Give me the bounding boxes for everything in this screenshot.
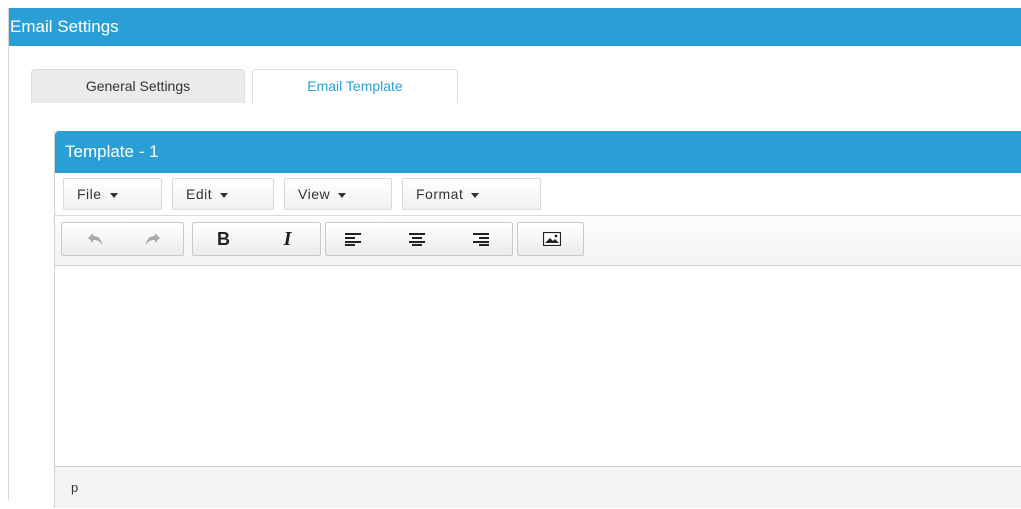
edit-menu-label: Edit [186,186,213,202]
insert-group [517,222,584,256]
email-settings-panel: Email Settings General Settings Email Te… [8,8,1021,508]
template-panel: Template - 1 File Edit View Format B I p [54,131,1021,508]
editor-content-area[interactable] [55,266,1021,466]
chevron-down-icon [471,192,480,198]
chevron-down-icon [338,192,347,198]
chevron-down-icon [109,192,118,198]
file-menu-button[interactable]: File [63,178,162,210]
chevron-down-icon [220,192,229,198]
history-group [61,222,184,256]
edit-menu-button[interactable]: Edit [172,178,274,210]
undo-icon [87,233,102,245]
editor-toolbar: B I [55,216,1021,266]
format-menu-label: Format [416,186,464,202]
alignment-group [325,222,513,256]
view-menu-label: View [298,186,331,202]
italic-icon: I [283,227,292,250]
align-left-icon [344,233,361,246]
italic-button[interactable]: I [271,223,304,255]
align-left-button[interactable] [336,223,369,255]
format-menu-button[interactable]: Format [402,178,541,210]
bold-button[interactable]: B [207,223,240,255]
editor-statusbar: p [55,466,1021,508]
align-center-button[interactable] [400,223,433,255]
file-menu-label: File [77,186,102,202]
template-title: Template - 1 [55,131,1021,173]
redo-icon [145,233,160,245]
tab-general-settings[interactable]: General Settings [31,69,245,103]
undo-button[interactable] [79,223,112,255]
view-menu-button[interactable]: View [284,178,392,210]
editor-menubar: File Edit View Format [55,173,1021,216]
formatting-group: B I [192,222,321,256]
align-right-button[interactable] [464,223,497,255]
align-center-icon [408,233,425,246]
redo-button[interactable] [135,223,168,255]
image-icon [542,232,561,246]
align-right-icon [472,233,489,246]
insert-image-button[interactable] [535,223,568,255]
element-path[interactable]: p [71,480,78,495]
bold-icon: B [217,228,230,249]
page-title: Email Settings [9,8,1021,46]
tab-email-template[interactable]: Email Template [252,69,458,103]
